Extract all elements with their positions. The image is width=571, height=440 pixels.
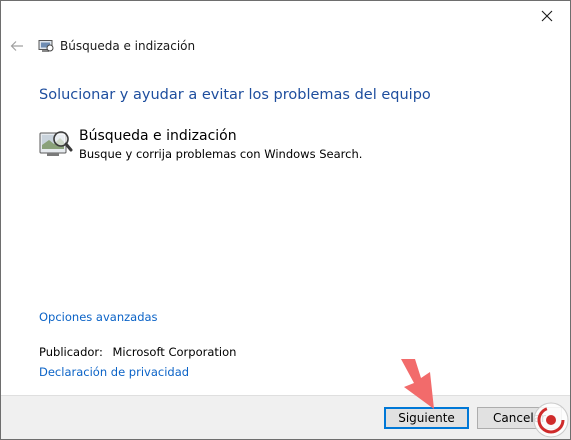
item-description: Busque y corrija problemas con Windows S… xyxy=(79,147,363,161)
troubleshooter-icon xyxy=(38,39,54,53)
search-indexing-icon xyxy=(39,131,73,156)
troubleshooter-item[interactable]: Búsqueda e indización Busque y corrija p… xyxy=(39,127,362,162)
site-logo-icon xyxy=(533,402,569,438)
troubleshooter-window: Búsqueda e indización Solucionar y ayuda… xyxy=(0,0,571,440)
window-title: Búsqueda e indización xyxy=(60,39,196,53)
back-arrow-icon xyxy=(10,41,23,51)
item-title: Búsqueda e indización xyxy=(79,128,237,144)
pointer-arrow-icon xyxy=(401,359,434,409)
publisher-info: Publicador: Microsoft Corporation xyxy=(39,345,236,359)
publisher-label: Publicador: xyxy=(39,345,103,359)
publisher-value: Microsoft Corporation xyxy=(112,345,237,359)
privacy-statement-link[interactable]: Declaración de privacidad xyxy=(39,365,189,379)
back-button[interactable] xyxy=(9,38,25,54)
close-icon xyxy=(541,10,553,22)
advanced-options-link[interactable]: Opciones avanzadas xyxy=(39,310,158,324)
close-button[interactable] xyxy=(532,5,562,27)
item-text: Búsqueda e indización Busque y corrija p… xyxy=(79,127,362,162)
footer-bar: Siguiente Cancelar xyxy=(1,395,570,439)
title-bar: Búsqueda e indización xyxy=(9,37,195,55)
page-heading: Solucionar y ayudar a evitar los problem… xyxy=(39,87,431,103)
